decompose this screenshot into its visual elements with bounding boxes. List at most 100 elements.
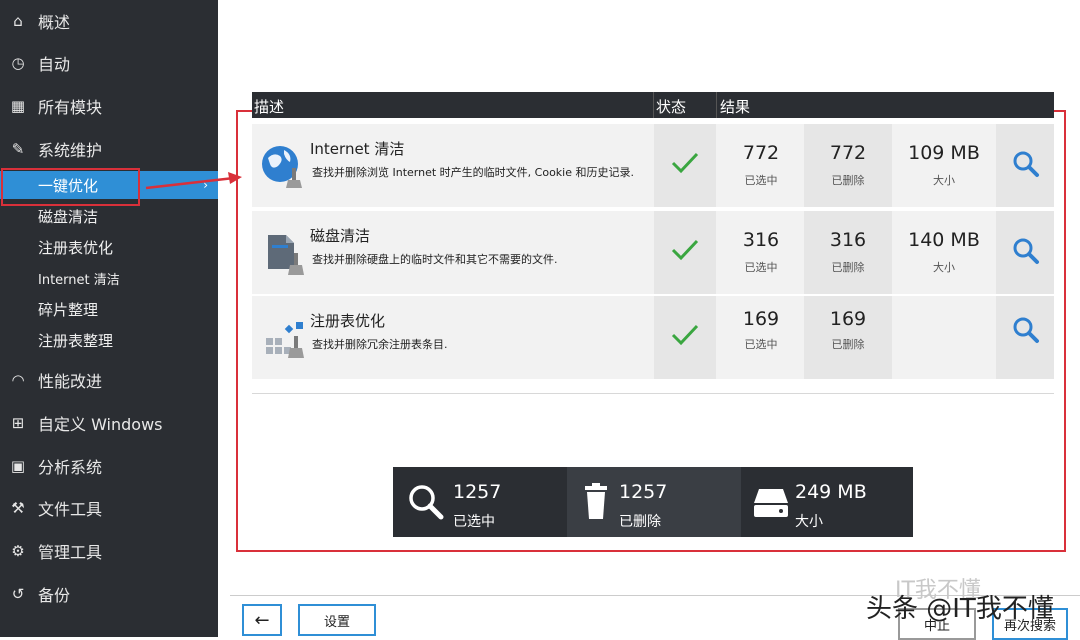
sub-item-label: 磁盘清洁 — [38, 207, 99, 226]
nav-label: 文件工具 — [38, 500, 103, 519]
check-icon — [671, 324, 699, 346]
analyze-icon: ▣ — [10, 457, 26, 475]
deleted-cell: 772 已删除 — [804, 124, 892, 207]
admin-tools-icon: ⚙ — [11, 542, 25, 560]
size-label: 大小 — [933, 174, 955, 187]
table-row[interactable]: Internet 清洁 查找并删除浏览 Internet 时产生的临时文件, C… — [252, 124, 1054, 207]
nav-label: 性能改进 — [38, 372, 103, 391]
settings-label: 设置 — [323, 614, 350, 630]
search-icon — [1013, 151, 1039, 177]
nav-label: 自动 — [38, 55, 71, 74]
row-description: 查找并删除硬盘上的临时文件和其它不需要的文件. — [312, 253, 558, 266]
selected-cell: 316 已选中 — [718, 211, 804, 294]
summary-selected-value: 1257 — [453, 481, 502, 503]
row-title: 注册表优化 — [310, 312, 386, 330]
sub-item-internet-clean[interactable]: Internet 清洁 — [0, 264, 218, 292]
summary-deleted: 1257 已删除 — [567, 467, 741, 537]
selected-count: 316 — [742, 229, 780, 251]
settings-button[interactable]: 设置 — [298, 604, 376, 636]
selected-count: 772 — [742, 142, 780, 164]
summary-size-label: 大小 — [795, 514, 823, 530]
globe-broom-icon — [262, 146, 302, 188]
sub-item-defrag[interactable]: 碎片整理 — [0, 295, 218, 323]
nav-label: 备份 — [38, 586, 71, 605]
performance-icon: ◠ — [11, 371, 25, 389]
sidebar: ⌂ 概述 ◷ 自动 ▦ 所有模块 ✎ 系统维护 一键优化 › 磁盘清洁 注册表优… — [0, 0, 218, 637]
summary-deleted-label: 已删除 — [619, 514, 661, 530]
deleted-count: 772 — [829, 142, 867, 164]
size-label: 大小 — [933, 261, 955, 274]
header-result: 结果 — [720, 98, 751, 116]
summary-bar: 1257 已选中 1257 已删除 249 MB 大小 — [393, 467, 913, 537]
selected-cell: 169 已选中 — [718, 296, 804, 379]
status-cell — [654, 296, 716, 379]
sub-item-registry-optimize[interactable]: 注册表优化 — [0, 233, 218, 261]
details-button[interactable] — [996, 211, 1054, 294]
sub-item-disk-clean[interactable]: 磁盘清洁 — [0, 202, 218, 230]
selected-cell: 772 已选中 — [718, 124, 804, 207]
nav-item-file-tools[interactable]: ⚒ 文件工具 — [0, 493, 218, 523]
watermark: 头条 @IT我不懂 — [866, 594, 1054, 624]
sub-item-registry-defrag[interactable]: 注册表整理 — [0, 326, 218, 354]
nav-item-analyze[interactable]: ▣ 分析系统 — [0, 451, 218, 481]
size-value: 109 MB — [908, 142, 980, 164]
header-status: 状态 — [656, 98, 687, 116]
row-desc-cell: Internet 清洁 查找并删除浏览 Internet 时产生的临时文件, C… — [252, 124, 652, 207]
nav-item-backup[interactable]: ↺ 备份 — [0, 579, 218, 609]
table-row[interactable]: 磁盘清洁 查找并删除硬盘上的临时文件和其它不需要的文件. 316 已选中 316… — [252, 211, 1054, 294]
deleted-label: 已删除 — [831, 174, 865, 187]
backup-icon: ↺ — [11, 585, 25, 603]
nav-item-auto[interactable]: ◷ 自动 — [0, 48, 218, 78]
deleted-cell: 169 已删除 — [804, 296, 892, 379]
windows-icon: ⊞ — [11, 414, 25, 432]
annotation-arrow-icon — [145, 172, 242, 190]
nav-label: 分析系统 — [38, 458, 103, 477]
arrow-left-icon: ← — [254, 609, 270, 631]
home-icon: ⌂ — [13, 12, 23, 30]
deleted-count: 169 — [829, 308, 867, 330]
summary-selected-label: 已选中 — [453, 514, 495, 530]
size-value: 140 MB — [908, 229, 980, 251]
row-description: 查找并删除冗余注册表条目. — [312, 338, 448, 351]
nav-item-customize-windows[interactable]: ⊞ 自定义 Windows — [0, 408, 218, 438]
maintenance-icon: ✎ — [11, 140, 25, 158]
row-desc-cell: 注册表优化 查找并删除冗余注册表条目. — [252, 296, 652, 379]
registry-broom-icon — [266, 322, 304, 358]
status-cell — [654, 211, 716, 294]
details-button[interactable] — [996, 124, 1054, 207]
sub-item-label: Internet 清洁 — [38, 272, 120, 288]
deleted-label: 已删除 — [831, 338, 865, 351]
size-cell: 109 MB 大小 — [892, 124, 996, 207]
table-header: 描述 状态 结果 — [252, 92, 1054, 118]
annotation-highlight-box — [1, 168, 140, 206]
table-row[interactable]: 注册表优化 查找并删除冗余注册表条目. 169 已选中 169 已删除 — [252, 296, 1054, 379]
sub-item-label: 注册表整理 — [38, 331, 114, 350]
selected-count: 169 — [742, 308, 780, 330]
sub-item-label: 碎片整理 — [38, 300, 99, 319]
row-description: 查找并删除浏览 Internet 时产生的临时文件, Cookie 和历史记录. — [312, 166, 634, 179]
row-title: Internet 清洁 — [310, 140, 405, 158]
drive-icon — [754, 489, 788, 517]
check-icon — [671, 239, 699, 261]
trash-icon — [585, 483, 607, 519]
summary-deleted-value: 1257 — [619, 481, 668, 503]
nav-item-all-modules[interactable]: ▦ 所有模块 — [0, 91, 218, 121]
nav-label: 概述 — [38, 13, 71, 32]
nav-label: 管理工具 — [38, 543, 103, 562]
nav-label: 系统维护 — [38, 141, 103, 160]
nav-item-maintenance[interactable]: ✎ 系统维护 — [0, 134, 218, 164]
search-icon — [1013, 317, 1039, 343]
deleted-cell: 316 已删除 — [804, 211, 892, 294]
summary-selected: 1257 已选中 — [393, 467, 567, 537]
disk-broom-icon — [268, 235, 304, 275]
details-button[interactable] — [996, 296, 1054, 379]
nav-item-admin-tools[interactable]: ⚙ 管理工具 — [0, 536, 218, 566]
divider — [252, 393, 1054, 394]
nav-label: 自定义 Windows — [38, 415, 163, 434]
file-tools-icon: ⚒ — [11, 499, 25, 517]
selected-label: 已选中 — [744, 261, 778, 274]
back-button[interactable]: ← — [242, 604, 282, 636]
nav-item-overview[interactable]: ⌂ 概述 — [0, 6, 218, 36]
nav-item-performance[interactable]: ◠ 性能改进 — [0, 365, 218, 395]
status-cell — [654, 124, 716, 207]
